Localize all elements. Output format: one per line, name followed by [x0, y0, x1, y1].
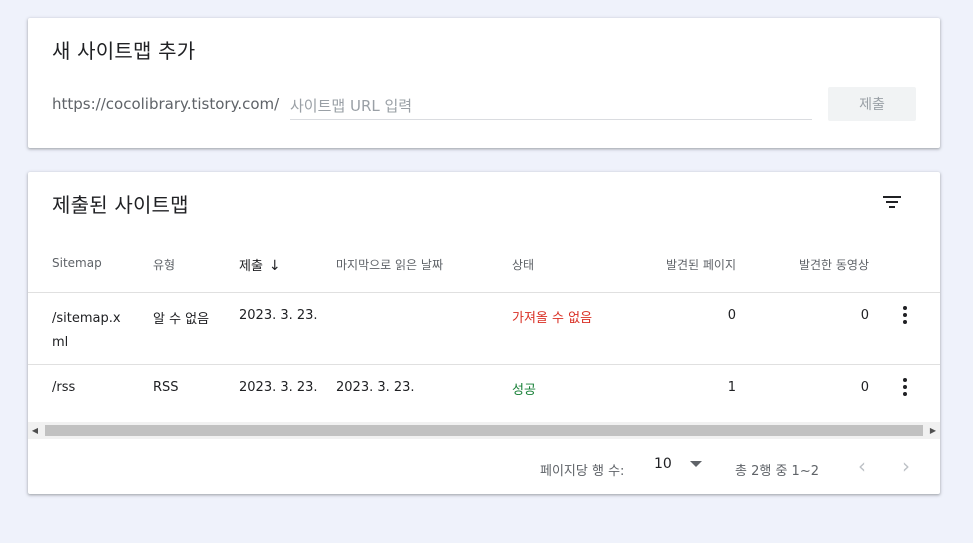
add-sitemap-title: 새 사이트맵 추가	[52, 39, 196, 63]
row-submitted: 2023. 3. 23.	[239, 308, 318, 323]
chevron-left-icon[interactable]: ‹	[858, 454, 866, 478]
submitted-sitemaps-title: 제출된 사이트맵	[52, 193, 189, 217]
col-submitted[interactable]: 제출 ↓	[239, 255, 281, 274]
more-vert-icon[interactable]	[895, 377, 915, 397]
row-status: 가져올 수 없음	[512, 311, 593, 326]
row-last-read: 2023. 3. 23.	[336, 380, 415, 395]
pagination-range: 총 2행 중 1~2	[735, 464, 819, 479]
sitemap-url-input[interactable]	[290, 93, 812, 120]
row-sitemap[interactable]: /sitemap.x ml	[52, 307, 121, 355]
col-sitemap[interactable]: Sitemap	[52, 256, 102, 270]
row-sitemap-line2: ml	[52, 335, 69, 350]
scrollbar-thumb[interactable]	[45, 425, 923, 436]
col-pages[interactable]: 발견된 페이지	[628, 256, 736, 273]
row-submitted: 2023. 3. 23.	[239, 380, 318, 395]
row-sitemap[interactable]: /rss	[52, 380, 75, 395]
more-vert-icon[interactable]	[895, 305, 915, 325]
row-divider	[28, 364, 940, 365]
filter-icon[interactable]	[878, 190, 906, 214]
caret-down-icon	[689, 461, 702, 467]
submitted-sitemaps-card: 제출된 사이트맵 Sitemap 유형 제출 ↓ 마지막으로 읽은 날짜 상태 발…	[28, 172, 940, 494]
col-last-read[interactable]: 마지막으로 읽은 날짜	[336, 256, 443, 273]
rows-per-page-select[interactable]: 10	[654, 456, 702, 472]
submit-button[interactable]: 제출	[828, 87, 916, 121]
arrow-down-icon: ↓	[268, 258, 281, 274]
scroll-left-icon[interactable]: ◀	[28, 422, 42, 439]
row-videos: 0	[860, 308, 869, 323]
col-status[interactable]: 상태	[512, 256, 534, 273]
row-videos: 0	[860, 380, 869, 395]
row-pages: 0	[727, 308, 736, 323]
chevron-right-icon[interactable]: ›	[902, 454, 910, 478]
add-sitemap-card: 새 사이트맵 추가 https://cocolibrary.tistory.co…	[28, 18, 940, 148]
rows-per-page-label: 페이지당 행 수:	[540, 464, 625, 479]
header-divider	[28, 292, 940, 293]
col-type[interactable]: 유형	[153, 256, 175, 273]
row-type: 알 수 없음	[153, 312, 210, 327]
row-status: 성공	[512, 383, 536, 398]
row-pages: 1	[727, 380, 736, 395]
site-url-prefix: https://cocolibrary.tistory.com/	[52, 95, 280, 113]
scroll-right-icon[interactable]: ▶	[926, 422, 940, 439]
rows-per-page-value: 10	[654, 456, 672, 472]
row-type: RSS	[153, 380, 179, 395]
col-submitted-label: 제출	[239, 259, 263, 274]
col-videos[interactable]: 발견한 동영상	[758, 256, 869, 273]
row-sitemap-line1: /sitemap.x	[52, 311, 121, 326]
horizontal-scrollbar[interactable]: ◀ ▶	[28, 422, 940, 439]
